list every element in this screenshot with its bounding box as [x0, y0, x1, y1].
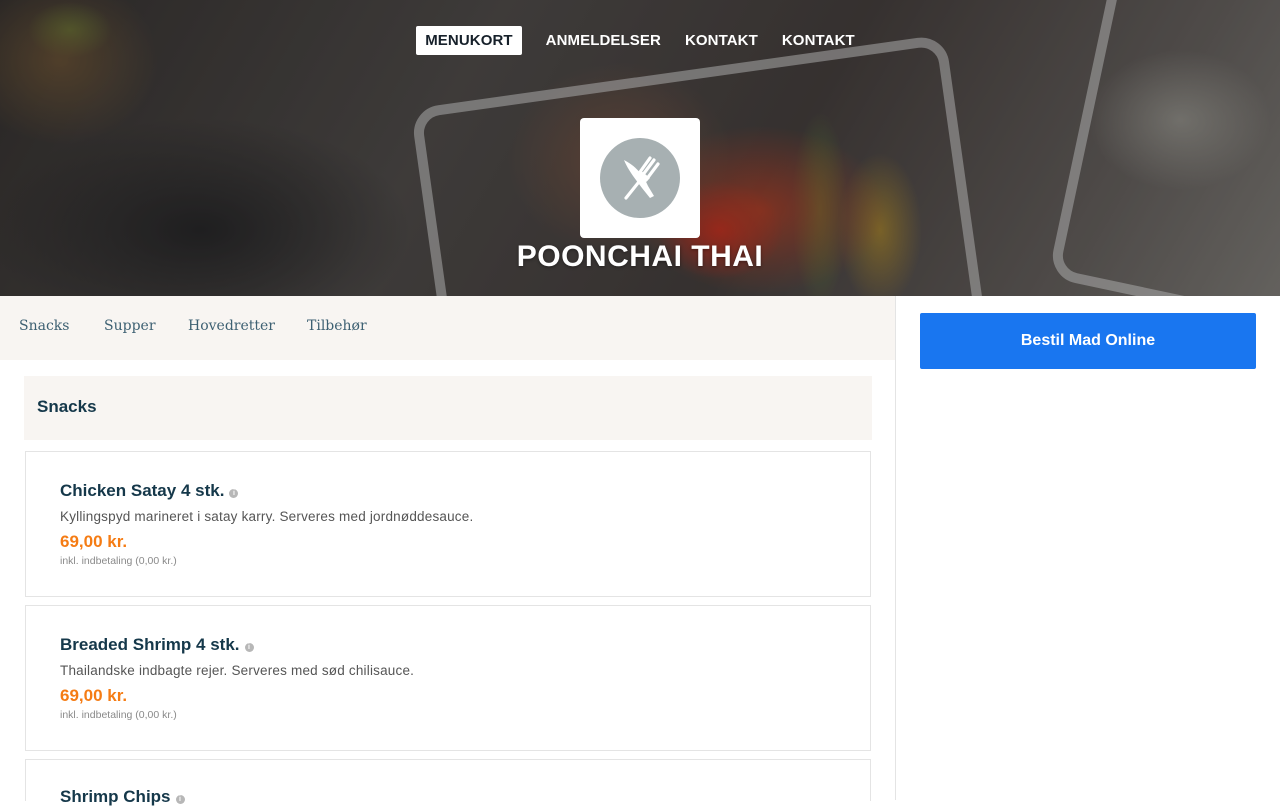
item-deposit-note: inkl. indbetaling (0,00 kr.): [60, 555, 177, 567]
restaurant-logo: [580, 118, 700, 238]
nav-kontakt-2[interactable]: KONTAKT: [773, 26, 864, 55]
item-deposit-note: inkl. indbetaling (0,00 kr.): [60, 709, 177, 721]
item-description: Kyllingspyd marineret i satay karry. Ser…: [60, 509, 474, 524]
menu-item[interactable]: Shrimp Chips i: [25, 759, 871, 806]
section-title: Snacks: [37, 397, 97, 416]
restaurant-name: POONCHAI THAI: [516, 240, 764, 273]
column-divider: [895, 296, 896, 800]
item-price: 69,00 kr.: [60, 532, 128, 551]
item-name: Breaded Shrimp 4 stk.: [60, 635, 240, 654]
menu-item[interactable]: Breaded Shrimp 4 stk. i Thailandske indba…: [25, 605, 871, 751]
category-tilbehor[interactable]: Tilbehør: [307, 318, 367, 334]
order-online-button[interactable]: Bestil Mad Online: [920, 313, 1256, 369]
section-header: Snacks: [24, 376, 872, 440]
menu-item[interactable]: Chicken Satay 4 stk. i Kyllingspyd marine…: [25, 451, 871, 597]
nav-anmeldelser[interactable]: ANMELDELSER: [537, 26, 670, 55]
nav-kontakt[interactable]: KONTAKT: [676, 26, 767, 55]
item-price: 69,00 kr.: [60, 686, 128, 705]
info-icon[interactable]: i: [229, 489, 239, 498]
fork-knife-icon: [600, 138, 680, 218]
item-name: Shrimp Chips: [60, 787, 171, 806]
item-name: Chicken Satay 4 stk.: [60, 481, 225, 500]
nav-menukort[interactable]: MENUKORT: [416, 26, 522, 55]
hero-banner: MENUKORT ANMELDELSER KONTAKT KONTAKT POONCH…: [0, 0, 1280, 296]
info-icon[interactable]: i: [244, 643, 254, 652]
category-snacks[interactable]: Snacks: [19, 318, 69, 334]
category-bar: Snacks Supper Hovedretter Tilbehør: [0, 296, 895, 360]
category-supper[interactable]: Supper: [104, 318, 156, 334]
top-navigation: MENUKORT ANMELDELSER KONTAKT KONTAKT: [0, 26, 1280, 55]
item-description: Thailandske indbagte rejer. Serveres med…: [60, 663, 415, 678]
category-hovedretter[interactable]: Hovedretter: [188, 318, 275, 334]
